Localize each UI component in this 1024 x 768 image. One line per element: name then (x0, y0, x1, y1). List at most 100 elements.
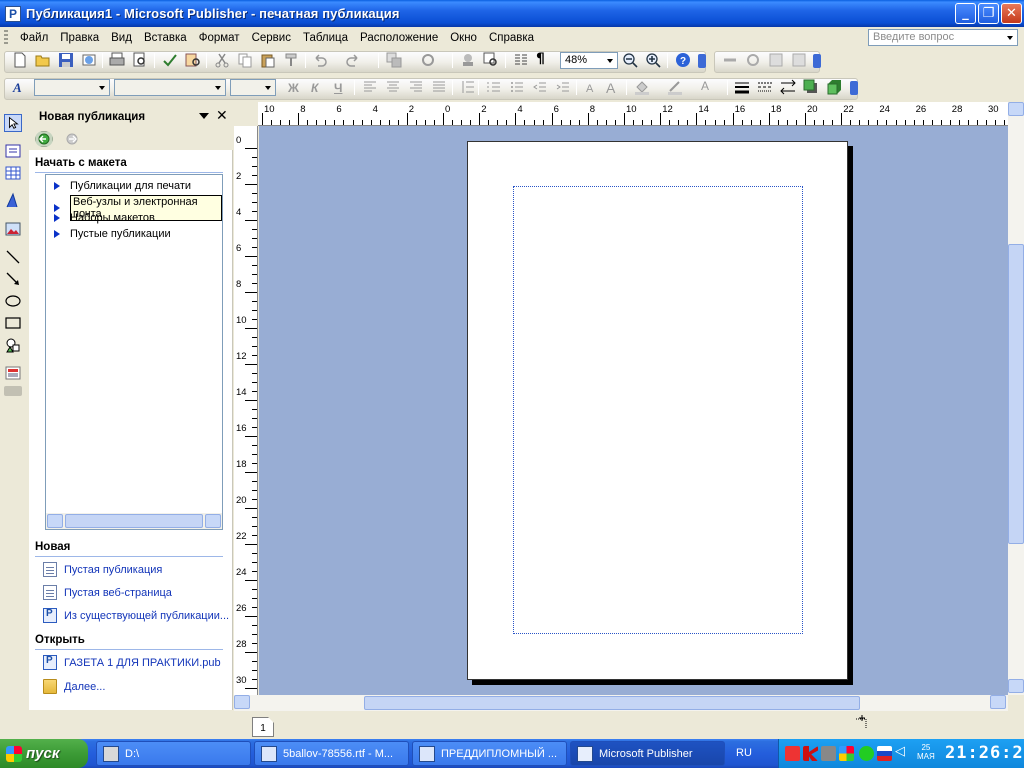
scratch-area[interactable] (259, 126, 1008, 695)
scroll-right-button[interactable] (990, 695, 1006, 709)
antivirus-icon[interactable] (785, 746, 800, 761)
wordart-icon[interactable] (4, 192, 22, 210)
rotate-icon[interactable] (420, 52, 436, 68)
decrease-indent-icon[interactable] (532, 79, 548, 95)
menu-window[interactable]: Окно (444, 30, 483, 46)
research-icon[interactable] (185, 52, 201, 68)
vertical-ruler[interactable]: 0 2 4 6 8 10 12 14 16 18 20 22 24 26 28 30 (234, 126, 258, 695)
justify-icon[interactable] (431, 79, 447, 95)
scroll-left-button[interactable] (234, 695, 250, 709)
arrow-style-icon[interactable] (780, 79, 796, 95)
start-button[interactable]: пуск (0, 739, 88, 768)
text-box-icon[interactable] (4, 142, 22, 160)
volume-icon[interactable]: ◁ (895, 744, 910, 759)
tree-horizontal-scrollbar[interactable] (46, 513, 222, 529)
undo-icon[interactable] (312, 52, 328, 68)
taskbar-button-explorer[interactable]: D:\ (96, 741, 251, 766)
kaspersky-icon[interactable] (803, 746, 818, 761)
shadow-style-icon[interactable] (803, 79, 819, 95)
horizontal-ruler[interactable]: 10 8 6 4 2 0 2 4 6 8 10 12 14 16 18 20 22 24 26 28 30 (258, 102, 1008, 126)
menu-format[interactable]: Формат (193, 30, 246, 46)
oval-tool-icon[interactable] (4, 292, 22, 310)
web-toolbar-chevron[interactable] (813, 54, 821, 68)
menu-arrange[interactable]: Расположение (354, 30, 444, 46)
menu-insert[interactable]: Вставка (138, 30, 193, 46)
menu-view[interactable]: Вид (105, 30, 138, 46)
help-question-input[interactable]: Введите вопрос (868, 29, 1018, 46)
page-sorter-tab[interactable]: 1 (252, 717, 274, 737)
link-from-existing[interactable]: Из существующей публикации... (43, 608, 229, 623)
picture-icon[interactable] (768, 52, 784, 68)
back-icon[interactable] (35, 131, 53, 147)
maximize-button[interactable]: ❐ (978, 3, 999, 24)
language-flag-icon[interactable] (877, 746, 892, 761)
link-recent-file[interactable]: ГАЗЕТА 1 ДЛЯ ПРАКТИКИ.pub (43, 655, 221, 670)
line-style-icon[interactable] (734, 79, 750, 95)
picture-frame-icon[interactable] (4, 220, 22, 238)
show-formatting-icon[interactable]: ¶ (536, 51, 552, 67)
help-icon[interactable]: ? (675, 52, 691, 68)
fill-color-icon[interactable] (634, 79, 650, 95)
font-dropdown[interactable] (114, 79, 226, 96)
align-center-icon[interactable] (385, 79, 401, 95)
expand-arrow-icon[interactable] (54, 214, 60, 222)
underline-button[interactable]: Ч (334, 81, 350, 97)
font-size-dropdown[interactable] (230, 79, 276, 96)
zoom-out-icon[interactable] (622, 52, 638, 68)
paste-icon[interactable] (260, 52, 276, 68)
menu-help[interactable]: Справка (483, 30, 540, 46)
horizontal-scroll-thumb[interactable] (364, 696, 860, 710)
menu-tools[interactable]: Сервис (246, 30, 297, 46)
link-more-files[interactable]: Далее... (43, 679, 105, 694)
format-painter-icon[interactable] (283, 52, 299, 68)
clock[interactable]: 21:26:24 (945, 743, 1024, 763)
language-indicator[interactable]: RU (736, 747, 752, 759)
bring-to-front-icon[interactable] (386, 52, 402, 68)
spelling-icon[interactable] (162, 52, 178, 68)
vertical-scroll-thumb[interactable] (1008, 244, 1024, 544)
objects-toolbar-chevron[interactable] (4, 386, 22, 396)
3d-style-icon[interactable] (826, 79, 842, 95)
autoshapes-icon[interactable] (4, 336, 22, 354)
link-blank-publication[interactable]: Пустая публикация (43, 562, 162, 577)
style-dropdown[interactable] (34, 79, 110, 96)
publisher-app-icon[interactable] (5, 5, 21, 22)
italic-button[interactable]: К (311, 81, 327, 97)
menu-edit[interactable]: Правка (54, 30, 105, 46)
close-button[interactable]: ✕ (1001, 3, 1022, 24)
increase-font-icon[interactable]: A (605, 79, 621, 95)
hyperlink-icon[interactable] (722, 52, 738, 68)
scroll-left-button[interactable] (47, 514, 63, 528)
link-blank-web-page[interactable]: Пустая веб-страница (43, 585, 172, 600)
scroll-down-button[interactable] (1008, 679, 1024, 693)
expand-arrow-icon[interactable] (54, 182, 60, 190)
decrease-font-icon[interactable]: A (584, 79, 600, 95)
vertical-scrollbar[interactable] (1008, 102, 1024, 695)
save-icon[interactable] (58, 52, 74, 68)
hotspot-icon[interactable] (745, 52, 761, 68)
copy-icon[interactable] (237, 52, 253, 68)
send-mail-icon[interactable] (81, 52, 97, 68)
task-pane-menu-arrow[interactable] (199, 113, 209, 124)
web-preview-icon[interactable] (791, 52, 807, 68)
line-tool-icon[interactable] (4, 248, 22, 266)
arrow-tool-icon[interactable] (4, 270, 22, 288)
bold-button[interactable]: Ж (288, 81, 304, 97)
horizontal-scrollbar[interactable] (234, 695, 1008, 711)
tree-item-design-sets[interactable]: Наборы макетов (54, 212, 155, 224)
title-bar[interactable]: Публикация1 - Microsoft Publisher - печа… (0, 0, 1024, 27)
new-icon[interactable] (12, 52, 28, 68)
forward-icon[interactable] (63, 131, 81, 147)
text-columns-icon[interactable] (513, 52, 529, 68)
menubar-grip[interactable] (4, 30, 8, 46)
select-objects-icon[interactable] (4, 114, 22, 132)
open-icon[interactable] (35, 52, 51, 68)
bullets-icon[interactable] (509, 79, 525, 95)
insert-table-icon[interactable] (4, 164, 22, 182)
scroll-up-button[interactable] (1008, 102, 1024, 116)
toolbar-options-chevron[interactable] (698, 54, 706, 68)
zoom-object-icon[interactable] (483, 52, 499, 68)
styles-icon[interactable]: A (12, 79, 28, 95)
expand-arrow-icon[interactable] (54, 204, 60, 212)
green-circle-icon[interactable] (859, 746, 874, 761)
